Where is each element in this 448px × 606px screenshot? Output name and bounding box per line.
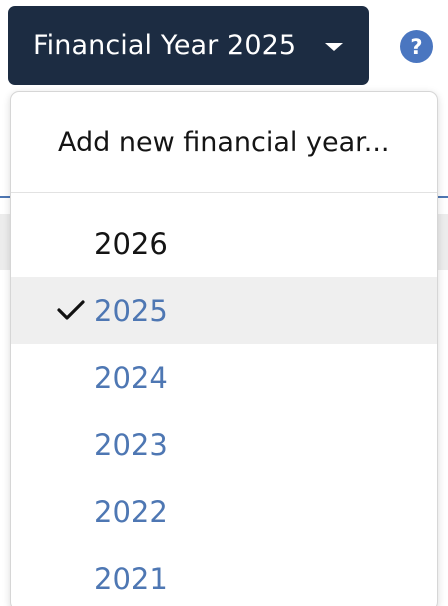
help-icon[interactable]: ? xyxy=(400,30,433,63)
year-item-label: 2023 xyxy=(94,427,168,462)
menu-divider xyxy=(11,192,437,193)
year-item-label: 2021 xyxy=(94,561,168,596)
financial-year-dropdown-button[interactable]: Financial Year 2025 xyxy=(8,6,369,85)
year-item-label: 2022 xyxy=(94,494,168,529)
page: Financial Year 2025 ? Add new financial … xyxy=(0,0,448,606)
year-item-2023[interactable]: 2023 xyxy=(11,411,437,478)
year-item-2022[interactable]: 2022 xyxy=(11,478,437,545)
year-item-2021[interactable]: 2021 xyxy=(11,545,437,606)
add-financial-year-item[interactable]: Add new financial year... xyxy=(11,92,437,192)
caret-down-icon xyxy=(325,43,343,51)
year-item-2024[interactable]: 2024 xyxy=(11,344,437,411)
year-item-2025[interactable]: 2025 xyxy=(11,277,437,344)
check-icon xyxy=(57,300,85,320)
year-item-2026[interactable]: 2026 xyxy=(11,210,437,277)
financial-year-button-label: Financial Year 2025 xyxy=(33,30,297,61)
year-item-label: 2024 xyxy=(94,360,168,395)
year-item-label: 2025 xyxy=(94,293,168,328)
year-list: 2026 2025 2024 2023 2022 2021 xyxy=(11,210,437,606)
financial-year-menu: Add new financial year... 2026 2025 2024… xyxy=(10,91,438,606)
year-item-label: 2026 xyxy=(94,226,168,261)
